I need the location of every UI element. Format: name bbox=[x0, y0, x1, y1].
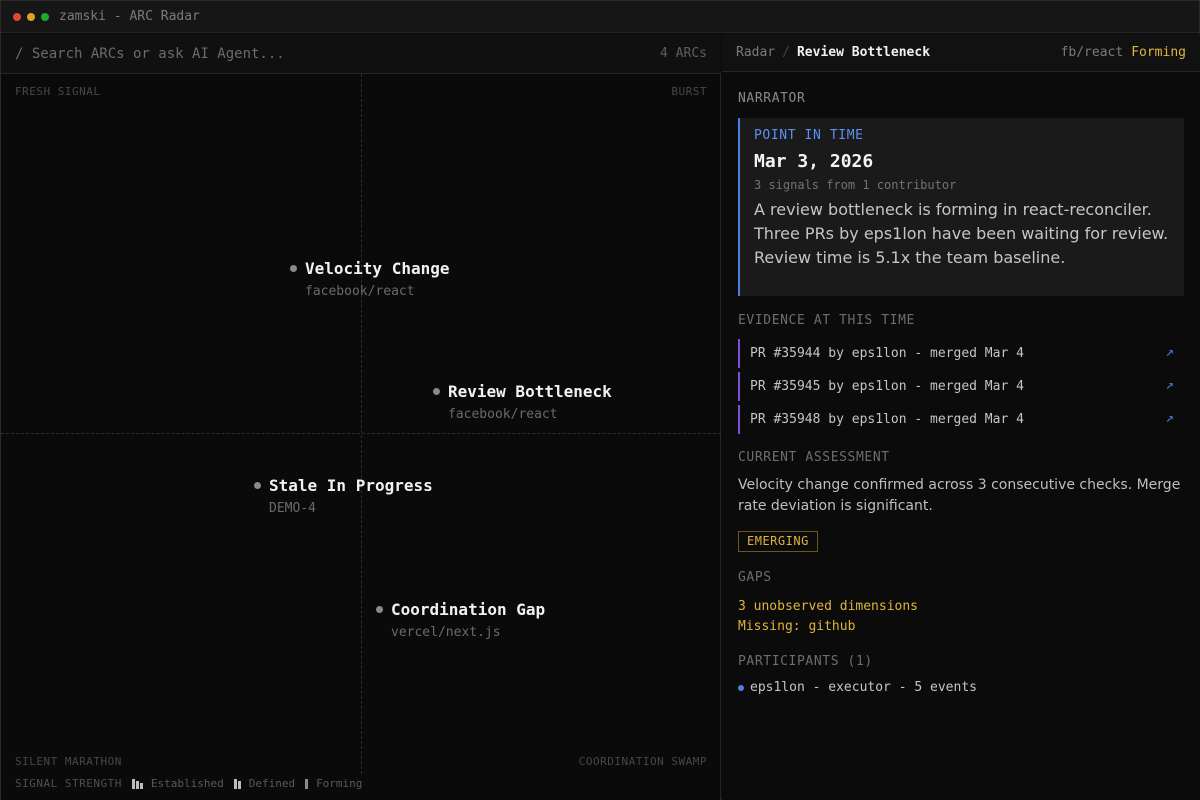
quadrant-label-silent-marathon: SILENT MARATHON bbox=[15, 755, 122, 768]
arc-title: Review Bottleneck bbox=[448, 382, 612, 401]
search-input[interactable] bbox=[15, 45, 661, 62]
evidence-item: PR #35944 by eps1lon - merged Mar 4 ↗ bbox=[738, 339, 1184, 368]
title-bar: zamski - ARC Radar bbox=[1, 1, 1199, 33]
arc-velocity-change[interactable]: Velocity Change facebook/react bbox=[290, 259, 450, 299]
detail-pane: Radar / Review Bottleneck fb/react Formin… bbox=[722, 34, 1200, 800]
arc-repo: vercel/next.js bbox=[391, 625, 501, 640]
status-badge: EMERGING bbox=[738, 531, 818, 552]
arc-marker-icon bbox=[433, 388, 440, 395]
narrator-heading: NARRATOR bbox=[738, 91, 806, 106]
narrator-card: POINT IN TIME Mar 3, 2026 3 signals from… bbox=[738, 118, 1184, 296]
established-bars-icon bbox=[131, 778, 144, 789]
quadrant-label-burst: BURST bbox=[671, 85, 707, 98]
evidence-text: PR #35944 by eps1lon - merged Mar 4 bbox=[750, 346, 1024, 361]
gaps-list: 3 unobserved dimensions Missing: github bbox=[738, 597, 918, 637]
search-bar: 4 ARCs bbox=[1, 34, 721, 74]
quadrant-label-fresh-signal: FRESH SIGNAL bbox=[15, 85, 101, 98]
radar-pane: 4 ARCs FRESH SIGNAL BURST SILENT MARATHO… bbox=[1, 34, 721, 800]
arc-coordination-gap[interactable]: Coordination Gap vercel/next.js bbox=[376, 600, 546, 640]
arc-count: 4 ARCs bbox=[660, 46, 707, 61]
assessment-heading: CURRENT ASSESSMENT bbox=[738, 450, 890, 465]
arc-marker-icon bbox=[290, 265, 297, 272]
participant-item[interactable]: eps1lon - executor - 5 events bbox=[738, 680, 977, 695]
forming-bars-icon bbox=[305, 778, 309, 789]
close-window-button[interactable] bbox=[13, 12, 21, 21]
arc-title: Stale In Progress bbox=[269, 476, 433, 495]
arc-stale-in-progress[interactable]: Stale In Progress DEMO-4 bbox=[254, 476, 433, 516]
participants-heading: PARTICIPANTS (1) bbox=[738, 654, 873, 669]
external-link-icon[interactable]: ↗ bbox=[1166, 410, 1174, 426]
maximize-window-button[interactable] bbox=[41, 12, 49, 21]
quadrant-label-coordination-swamp: COORDINATION SWAMP bbox=[578, 755, 707, 768]
breadcrumb-separator: / bbox=[782, 45, 790, 60]
legend-item-forming: Forming bbox=[316, 777, 363, 790]
evidence-text: PR #35948 by eps1lon - merged Mar 4 bbox=[750, 412, 1024, 427]
legend-title: SIGNAL STRENGTH bbox=[15, 777, 122, 790]
minimize-window-button[interactable] bbox=[27, 12, 35, 21]
arc-repo-short: fb/react bbox=[1060, 45, 1124, 60]
arc-marker-icon bbox=[254, 482, 261, 489]
breadcrumb-current: Review Bottleneck bbox=[796, 45, 931, 60]
legend-item-defined: Defined bbox=[248, 777, 296, 790]
signal-summary: 3 signals from 1 contributor bbox=[754, 178, 957, 192]
signal-strength-legend: SIGNAL STRENGTH Established Defined Form… bbox=[15, 777, 372, 790]
external-link-icon[interactable]: ↗ bbox=[1166, 377, 1174, 393]
arc-marker-icon bbox=[376, 606, 383, 613]
breadcrumb-radar-link[interactable]: Radar bbox=[736, 45, 775, 60]
evidence-text: PR #35945 by eps1lon - merged Mar 4 bbox=[750, 379, 1024, 394]
breadcrumb: Radar / Review Bottleneck fb/react Formin… bbox=[722, 34, 1200, 72]
external-link-icon[interactable]: ↗ bbox=[1166, 344, 1174, 360]
point-in-time-label: POINT IN TIME bbox=[754, 128, 864, 143]
arc-meta: fb/react Forming bbox=[1061, 45, 1186, 60]
evidence-heading: EVIDENCE AT THIS TIME bbox=[738, 313, 915, 328]
radar-vertical-axis bbox=[361, 74, 362, 774]
gap-item: 3 unobserved dimensions bbox=[738, 599, 919, 614]
narrator-date: Mar 3, 2026 bbox=[754, 151, 874, 172]
participant-text: eps1lon - executor - 5 events bbox=[750, 680, 977, 695]
gaps-heading: GAPS bbox=[738, 570, 772, 585]
app-window: zamski - ARC Radar 4 ARCs FRESH SIGNAL B… bbox=[0, 0, 1200, 800]
gap-item: Missing: github bbox=[738, 619, 856, 634]
narrator-text: A review bottleneck is forming in react-… bbox=[754, 200, 1169, 267]
legend-item-established: Established bbox=[150, 777, 224, 790]
evidence-item: PR #35945 by eps1lon - merged Mar 4 ↗ bbox=[738, 372, 1184, 401]
arc-repo: DEMO-4 bbox=[269, 501, 316, 516]
evidence-item: PR #35948 by eps1lon - merged Mar 4 ↗ bbox=[738, 405, 1184, 434]
arc-repo: facebook/react bbox=[448, 407, 558, 422]
radar-horizontal-axis bbox=[1, 433, 721, 434]
radar-plot: FRESH SIGNAL BURST SILENT MARATHON COORD… bbox=[1, 74, 721, 800]
arc-status: Forming bbox=[1131, 45, 1186, 60]
arc-review-bottleneck[interactable]: Review Bottleneck facebook/react bbox=[433, 382, 612, 422]
arc-repo: facebook/react bbox=[305, 284, 415, 299]
defined-bars-icon bbox=[233, 778, 242, 789]
window-title: zamski - ARC Radar bbox=[59, 9, 200, 24]
assessment-text: Velocity change confirmed across 3 conse… bbox=[738, 477, 1181, 514]
participant-dot-icon bbox=[738, 684, 744, 691]
arc-title: Coordination Gap bbox=[391, 600, 546, 619]
arc-title: Velocity Change bbox=[305, 259, 450, 278]
evidence-list: PR #35944 by eps1lon - merged Mar 4 ↗ PR… bbox=[738, 339, 1184, 438]
